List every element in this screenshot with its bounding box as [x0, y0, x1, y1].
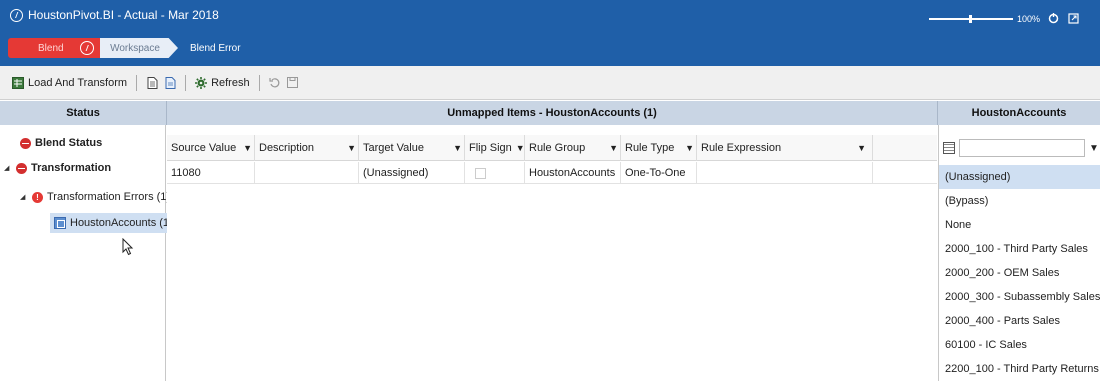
status-header: Status: [0, 101, 167, 125]
blend-logo-icon: /: [80, 41, 94, 55]
cell-source-value[interactable]: 11080: [167, 162, 255, 184]
mouse-cursor-icon: [122, 238, 134, 256]
filter-icon[interactable]: ▼: [243, 143, 252, 153]
member-search-row: ▼: [943, 138, 1100, 158]
list-item[interactable]: (Unassigned): [939, 165, 1100, 189]
sync-icon[interactable]: [1046, 11, 1060, 25]
breadcrumb-current: Blend Error: [190, 42, 241, 54]
zoom-slider-thumb[interactable]: [968, 15, 972, 23]
column-header-description[interactable]: Description ▼: [255, 135, 359, 161]
stop-icon: [16, 162, 27, 174]
expander-icon[interactable]: ◢: [20, 193, 28, 201]
column-header-source-value[interactable]: Source Value ▼: [167, 135, 255, 161]
flip-sign-checkbox[interactable]: [475, 167, 486, 179]
undo-icon[interactable]: [268, 77, 281, 89]
list-item[interactable]: None: [939, 213, 1100, 237]
column-header-rule-expression[interactable]: Rule Expression ▼: [697, 135, 873, 161]
filter-icon[interactable]: ▼: [857, 143, 866, 153]
breadcrumb-blend[interactable]: Blend /: [8, 38, 100, 58]
breadcrumb: Blend / Workspace Blend Error: [8, 38, 241, 58]
gear-icon: [195, 76, 208, 89]
app-logo-icon: /: [10, 8, 23, 22]
table-row[interactable]: 11080 (Unassigned) HoustonAccounts One-T…: [167, 162, 937, 184]
breadcrumb-workspace[interactable]: Workspace: [100, 38, 178, 58]
toolbar-divider: [136, 74, 138, 91]
filter-icon[interactable]: ▼: [1089, 143, 1099, 154]
list-item[interactable]: 2000_200 - OEM Sales: [939, 261, 1100, 285]
title-bar: / HoustonPivot.BI - Actual - Mar 2018 Bl…: [0, 0, 1100, 66]
load-transform-icon: [12, 76, 24, 89]
column-header-target-value[interactable]: Target Value ▼: [359, 135, 465, 161]
error-icon: !: [32, 191, 43, 203]
window-title: / HoustonPivot.BI - Actual - Mar 2018: [10, 8, 219, 22]
right-list-header: HoustonAccounts: [938, 101, 1100, 125]
toolbar-divider: [258, 74, 260, 91]
toolbar: Load And Transform Refresh: [0, 66, 1100, 100]
grid-header: Unmapped Items - HoustonAccounts (1): [167, 101, 938, 125]
status-tree: Blend Status ◢ Transformation ◢ ! Transf…: [0, 125, 177, 381]
filter-icon[interactable]: ▼: [347, 143, 356, 153]
cell-extra: [873, 162, 937, 184]
document-view-icon[interactable]: [164, 76, 176, 89]
zoom-slider[interactable]: [928, 15, 1013, 23]
cell-rule-expression[interactable]: [697, 162, 873, 184]
tree-node-blend-status[interactable]: Blend Status: [20, 133, 102, 153]
popout-icon[interactable]: [1066, 11, 1080, 25]
filter-icon[interactable]: ▼: [609, 143, 618, 153]
member-search-input[interactable]: [959, 139, 1085, 157]
window-title-text: HoustonPivot.BI - Actual - Mar 2018: [28, 8, 219, 22]
cell-rule-group[interactable]: HoustonAccounts: [525, 162, 621, 184]
list-item[interactable]: 2200_100 - Third Party Returns & Allow: [939, 357, 1100, 381]
column-header-flip-sign[interactable]: Flip Sign ▼: [465, 135, 525, 161]
stop-icon: [20, 137, 31, 149]
unmapped-items-grid: Source Value ▼ Description ▼ Target Valu…: [167, 125, 937, 381]
document-icon[interactable]: [146, 76, 158, 89]
list-item[interactable]: 2000_100 - Third Party Sales: [939, 237, 1100, 261]
load-transform-button[interactable]: Load And Transform: [12, 76, 127, 89]
column-header-extra: [873, 135, 937, 161]
tree-node-transformation[interactable]: ◢ Transformation: [4, 158, 111, 178]
zoom-level: 100%: [1016, 14, 1040, 24]
grid-column-headers: Source Value ▼ Description ▼ Target Valu…: [167, 135, 937, 161]
cell-target-value[interactable]: (Unassigned): [359, 162, 465, 184]
tree-node-houston-accounts[interactable]: HoustonAccounts (1): [50, 213, 177, 233]
target-member-list: ▼ (Unassigned) (Bypass) None 2000_100 - …: [938, 125, 1100, 381]
grid-view-icon[interactable]: [943, 142, 955, 154]
save-icon[interactable]: [287, 77, 299, 89]
list-item[interactable]: 2000_300 - Subassembly Sales: [939, 285, 1100, 309]
refresh-button[interactable]: Refresh: [195, 76, 250, 89]
expander-icon[interactable]: ◢: [4, 164, 12, 172]
cell-rule-type[interactable]: One-To-One: [621, 162, 697, 184]
cell-description[interactable]: [255, 162, 359, 184]
filter-icon[interactable]: ▼: [453, 143, 462, 153]
cell-flip-sign[interactable]: [465, 162, 525, 184]
tree-node-transformation-errors[interactable]: ◢ ! Transformation Errors (1): [20, 187, 170, 207]
column-header-rule-group[interactable]: Rule Group ▼: [525, 135, 621, 161]
toolbar-divider: [185, 74, 187, 91]
zoom-control: 100%: [928, 14, 1040, 24]
filter-icon[interactable]: ▼: [685, 143, 694, 153]
column-header-rule-type[interactable]: Rule Type ▼: [621, 135, 697, 161]
list-item[interactable]: (Bypass): [939, 189, 1100, 213]
list-item[interactable]: 60100 - IC Sales: [939, 333, 1100, 357]
list-item[interactable]: 2000_400 - Parts Sales: [939, 309, 1100, 333]
filter-icon[interactable]: ▼: [516, 143, 524, 153]
tree-node-selected: HoustonAccounts (1): [50, 213, 177, 233]
dimension-table-icon: [54, 217, 66, 229]
